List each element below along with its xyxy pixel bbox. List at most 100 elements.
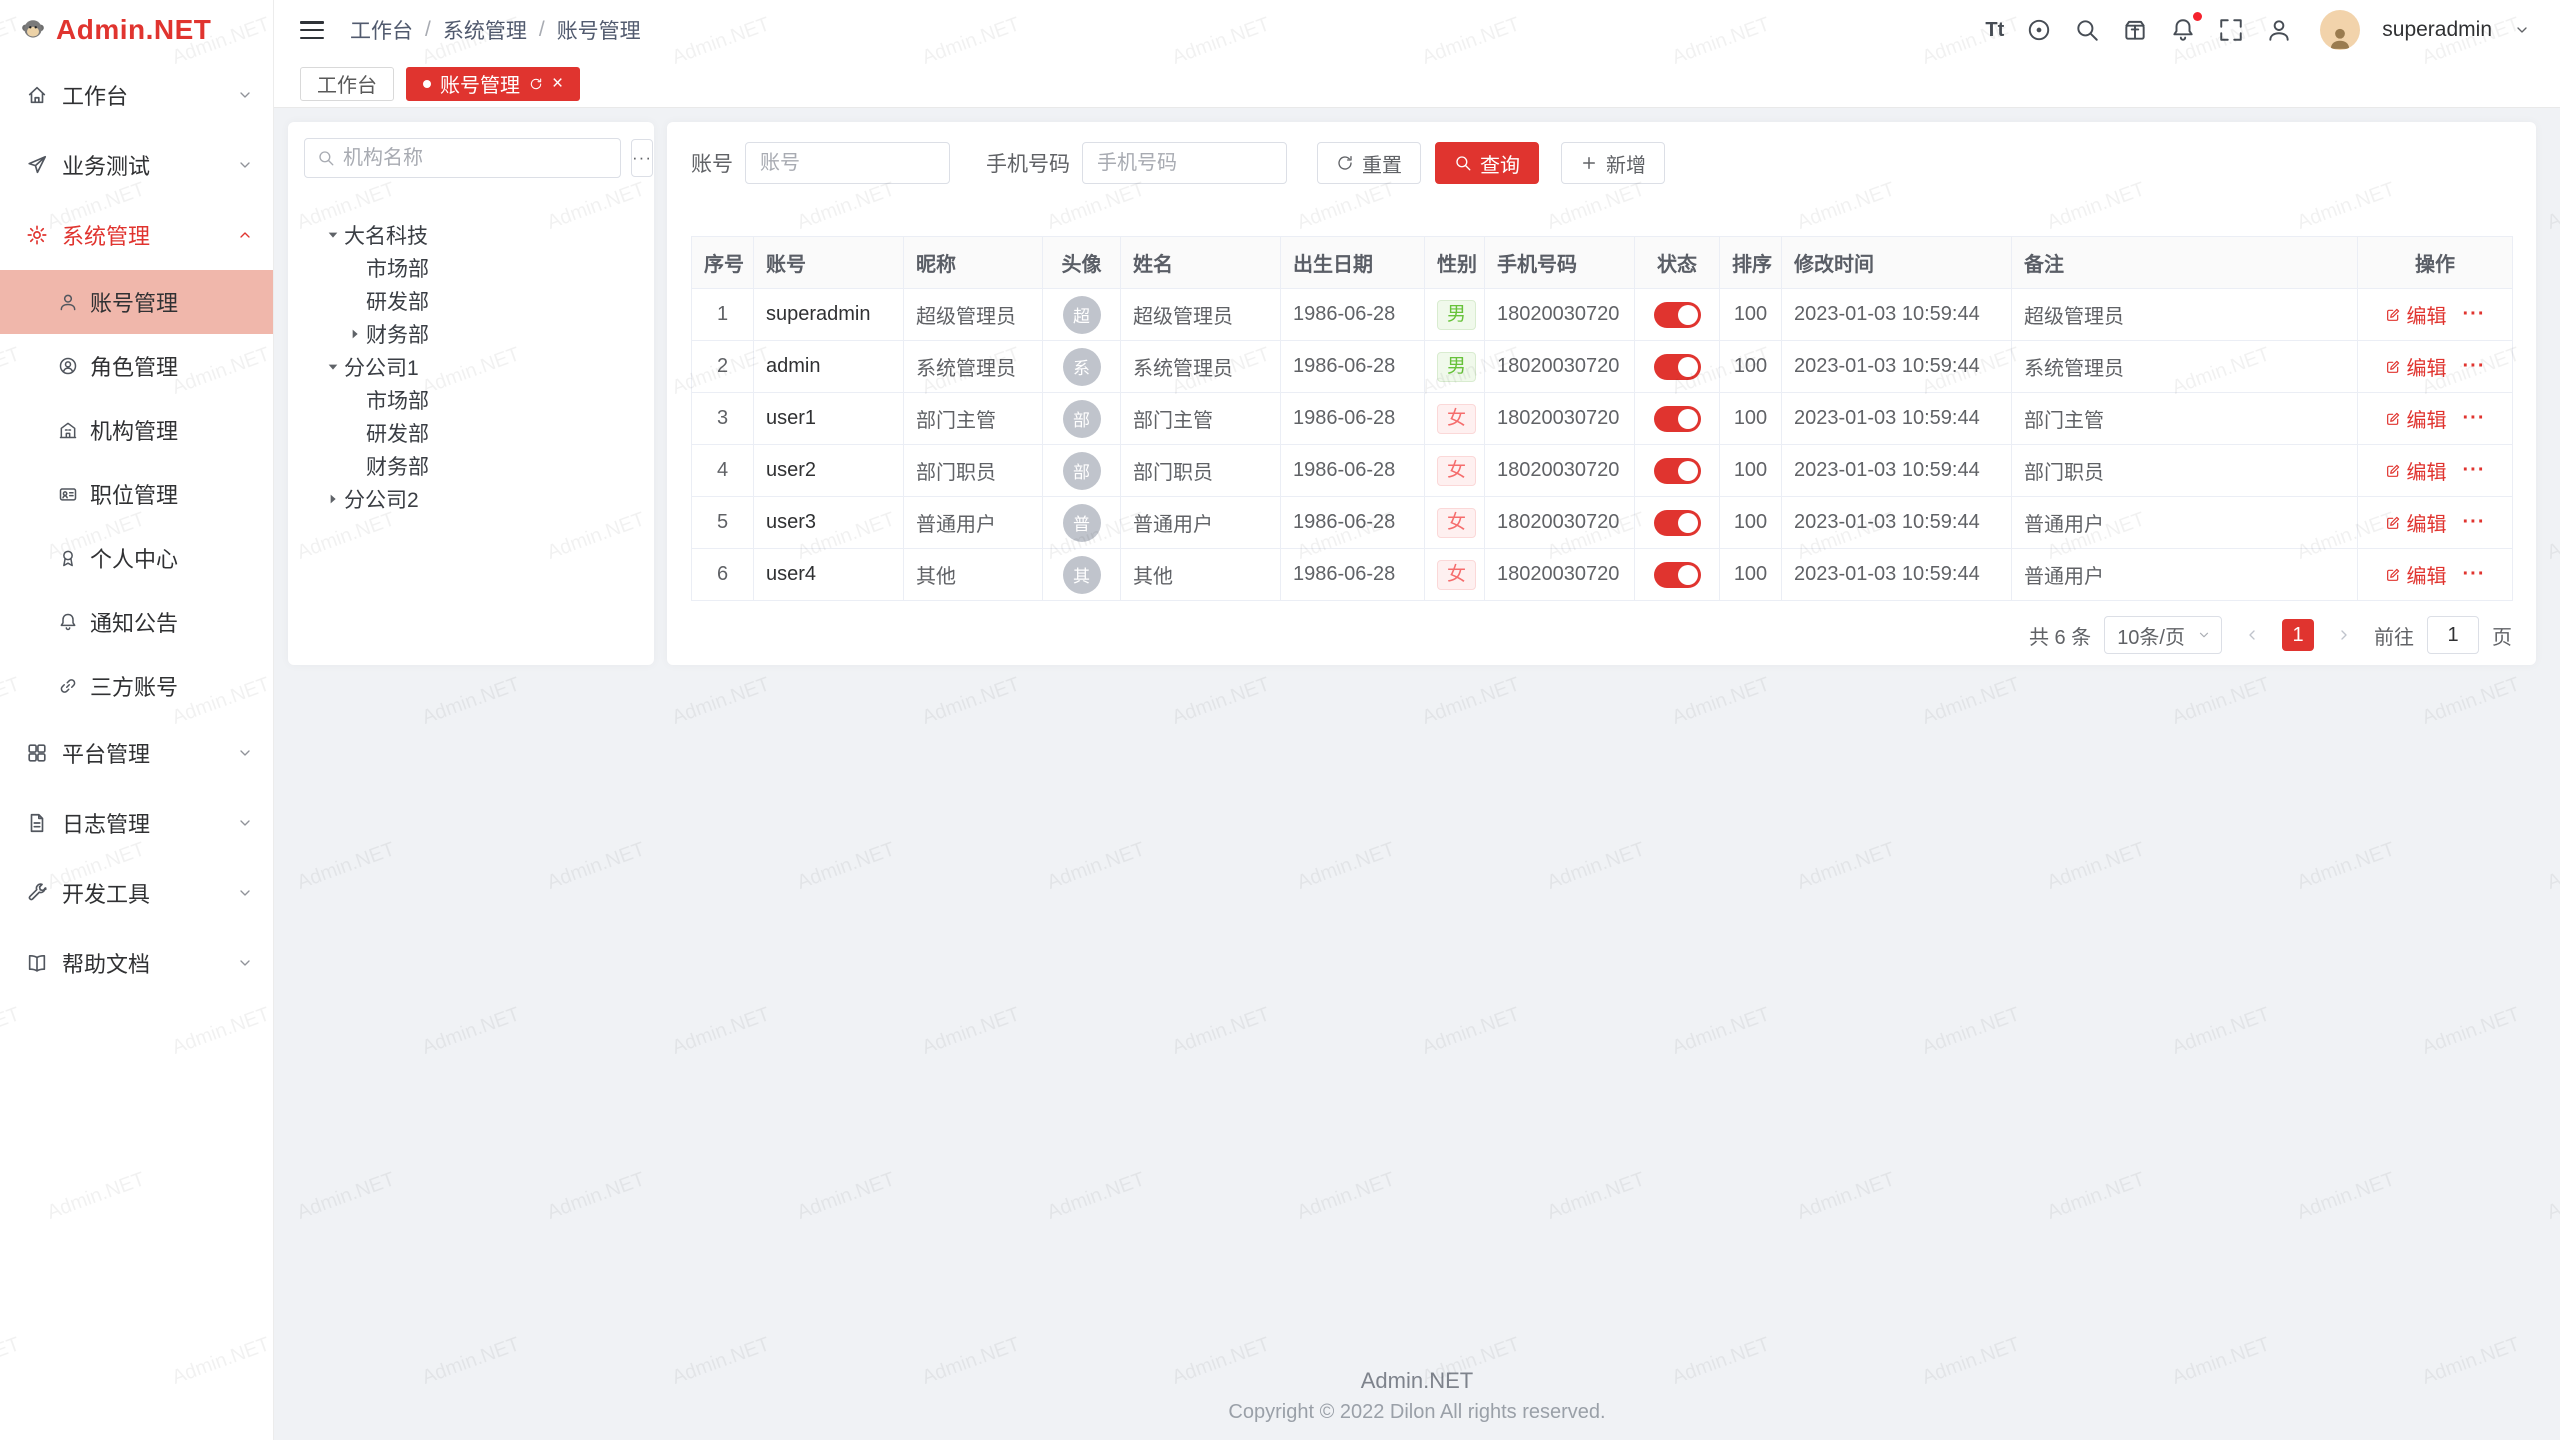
edit-button[interactable]: 编辑 — [2385, 456, 2447, 485]
theme-icon[interactable] — [2122, 17, 2148, 43]
row-avatar: 系 — [1063, 348, 1101, 386]
tab-refresh-icon[interactable] — [529, 77, 543, 91]
sidebar-item-business-test[interactable]: 业务测试 — [0, 130, 273, 200]
more-actions-button[interactable]: ··· — [2463, 355, 2486, 378]
caret-right-icon[interactable] — [322, 491, 344, 507]
page-footer: Admin.NET Copyright © 2022 Dilon All rig… — [274, 1368, 2560, 1424]
header-toolbar: Tt superadmin — [1985, 10, 2530, 50]
sidebar-item-notice[interactable]: 通知公告 — [0, 590, 273, 654]
add-button[interactable]: 新增 — [1561, 142, 1665, 184]
tree-node[interactable]: 财务部 — [304, 449, 638, 482]
table-row: 3 user1 部门主管 部 部门主管 1986-06-28 女 1802003… — [692, 393, 2513, 445]
username[interactable]: superadmin — [2382, 18, 2492, 42]
edit-button[interactable]: 编辑 — [2385, 560, 2447, 589]
sidebar-item-third-party-account[interactable]: 三方账号 — [0, 654, 273, 718]
edit-icon — [2385, 567, 2401, 583]
more-actions-button[interactable]: ··· — [2463, 511, 2486, 534]
tree-node[interactable]: 财务部 — [304, 317, 638, 350]
tree-node[interactable]: 大名科技 — [304, 218, 638, 251]
sidebar-item-workbench[interactable]: 工作台 — [0, 60, 273, 130]
phone-filter-input[interactable] — [1082, 142, 1287, 184]
bell-icon — [58, 612, 78, 632]
more-actions-button[interactable]: ··· — [2463, 459, 2486, 482]
status-toggle[interactable] — [1654, 510, 1701, 536]
chevron-down-icon[interactable] — [2514, 22, 2530, 38]
sidebar-item-personal-center[interactable]: 个人中心 — [0, 526, 273, 590]
tab-close-icon[interactable]: × — [552, 74, 563, 93]
medal-icon — [58, 548, 78, 568]
sidebar-item-system-management[interactable]: 系统管理 — [0, 200, 273, 270]
sidebar-item-account-management[interactable]: 账号管理 — [0, 270, 273, 334]
sidebar-menu: 工作台 业务测试 系统管理 账号管理 角色管理 — [0, 60, 273, 998]
locale-icon[interactable] — [2026, 17, 2052, 43]
fullscreen-icon[interactable] — [2218, 17, 2244, 43]
refresh-icon — [1336, 154, 1354, 172]
sidebar-item-role-management[interactable]: 角色管理 — [0, 334, 273, 398]
search-icon[interactable] — [2074, 17, 2100, 43]
send-icon — [26, 154, 48, 176]
status-toggle[interactable] — [1654, 562, 1701, 588]
sidebar-item-log-management[interactable]: 日志管理 — [0, 788, 273, 858]
tree-node[interactable]: 市场部 — [304, 251, 638, 284]
tree-node[interactable]: 分公司1 — [304, 350, 638, 383]
goto-page-input[interactable] — [2427, 616, 2479, 654]
caret-down-icon[interactable] — [322, 359, 344, 375]
search-button[interactable]: 查询 — [1435, 142, 1539, 184]
status-toggle[interactable] — [1654, 458, 1701, 484]
more-actions-button[interactable]: ··· — [2463, 303, 2486, 326]
caret-down-icon[interactable] — [322, 227, 344, 243]
avatar[interactable] — [2320, 10, 2360, 50]
edit-button[interactable]: 编辑 — [2385, 352, 2447, 381]
notification-bell-icon[interactable] — [2170, 17, 2196, 43]
menu-collapse-icon[interactable] — [300, 21, 324, 39]
caret-right-icon[interactable] — [344, 326, 366, 342]
goto-label: 前往 — [2374, 621, 2414, 650]
tree-node[interactable]: 研发部 — [304, 416, 638, 449]
sidebar-item-help-docs[interactable]: 帮助文档 — [0, 928, 273, 998]
edit-button[interactable]: 编辑 — [2385, 404, 2447, 433]
edit-icon — [2385, 411, 2401, 427]
tab-workbench[interactable]: 工作台 — [300, 67, 394, 101]
table-row: 5 user3 普通用户 普 普通用户 1986-06-28 女 1802003… — [692, 497, 2513, 549]
page-size-select[interactable]: 10条/页 — [2104, 616, 2222, 654]
more-actions-button[interactable]: ··· — [2463, 563, 2486, 586]
account-filter-label: 账号 — [691, 148, 733, 178]
account-filter-input[interactable] — [745, 142, 950, 184]
edit-button[interactable]: 编辑 — [2385, 300, 2447, 329]
gender-tag: 男 — [1437, 300, 1476, 330]
status-toggle[interactable] — [1654, 406, 1701, 432]
reset-button[interactable]: 重置 — [1317, 142, 1421, 184]
more-actions-button[interactable]: ··· — [2463, 407, 2486, 430]
logo: Admin.NET — [0, 0, 273, 60]
filter-bar: 账号 手机号码 重置 查询 新增 — [691, 142, 2512, 184]
user-icon[interactable] — [2266, 17, 2292, 43]
logo-icon — [20, 17, 46, 43]
font-size-icon[interactable]: Tt — [1985, 19, 2004, 42]
next-page-button[interactable] — [2327, 618, 2361, 652]
status-toggle[interactable] — [1654, 302, 1701, 328]
breadcrumb-item[interactable]: 工作台 — [350, 15, 413, 45]
org-more-button[interactable]: ··· — [631, 139, 653, 177]
tree-node[interactable]: 分公司2 — [304, 482, 638, 515]
tree-node[interactable]: 市场部 — [304, 383, 638, 416]
page-number-button[interactable]: 1 — [2282, 619, 2314, 651]
sidebar-item-platform-management[interactable]: 平台管理 — [0, 718, 273, 788]
status-toggle[interactable] — [1654, 354, 1701, 380]
sidebar-item-dev-tools[interactable]: 开发工具 — [0, 858, 273, 928]
edit-button[interactable]: 编辑 — [2385, 508, 2447, 537]
id-card-icon — [58, 484, 78, 504]
wrench-icon — [26, 882, 48, 904]
prev-page-button[interactable] — [2235, 618, 2269, 652]
gear-icon — [26, 224, 48, 246]
tab-account-management[interactable]: 账号管理 × — [406, 67, 580, 101]
phone-filter-label: 手机号码 — [986, 148, 1070, 178]
breadcrumb-item[interactable]: 系统管理 — [443, 15, 527, 45]
sidebar-item-org-management[interactable]: 机构管理 — [0, 398, 273, 462]
table-row: 1 superadmin 超级管理员 超 超级管理员 1986-06-28 男 … — [692, 289, 2513, 341]
org-search-box — [304, 138, 621, 178]
org-tree: 大名科技 市场部 研发部 财务部 分公司1 市场部 研发部 财务部 分公司2 — [304, 218, 638, 515]
tree-node[interactable]: 研发部 — [304, 284, 638, 317]
row-avatar: 其 — [1063, 556, 1101, 594]
sidebar-item-position-management[interactable]: 职位管理 — [0, 462, 273, 526]
org-search-input[interactable] — [343, 147, 608, 170]
